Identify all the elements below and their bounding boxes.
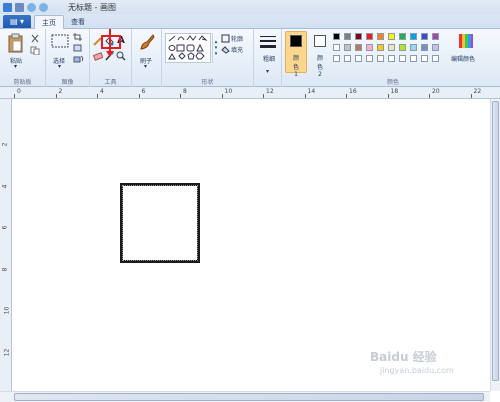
window-title: 无标题 - 画图 (68, 3, 116, 12)
horizontal-ruler: 0 2 4 6 8 10 12 14 16 18 20 22 (0, 87, 500, 99)
vertical-scrollbar[interactable] (490, 99, 500, 391)
ruler-tick (263, 94, 264, 98)
ruler-tick (387, 94, 389, 98)
horizontal-scrollbar[interactable] (0, 391, 490, 402)
vertical-scroll-thumb[interactable] (492, 101, 499, 381)
fill-label[interactable]: 填充 (231, 45, 243, 54)
select-dropdown-icon[interactable]: ▾ (58, 63, 61, 70)
brushes-dropdown-icon[interactable]: ▾ (144, 63, 147, 70)
shapes-group-label: 形状 (201, 79, 214, 86)
group-brushes: 刷子 ▾ (132, 29, 162, 87)
ruler-tick (304, 94, 306, 98)
ruler-tick-label: 16 (349, 88, 357, 95)
cut-icon[interactable] (30, 34, 40, 43)
size-button[interactable] (260, 34, 276, 50)
rotate-icon[interactable] (73, 55, 85, 63)
ruler-tick-label: 12 (266, 88, 274, 95)
ruler-tick-label: 18 (390, 88, 399, 95)
horizontal-scroll-thumb[interactable] (14, 393, 484, 401)
select-button[interactable] (51, 34, 69, 50)
tab-home[interactable]: 主页 (34, 15, 64, 29)
clipboard-group-label: 剪贴板 (13, 79, 32, 86)
paste-dropdown-icon[interactable]: ▾ (14, 63, 17, 70)
edit-colors-label: 编辑颜色 (451, 56, 476, 63)
group-clipboard: 粘贴 ▾ 剪贴板 (0, 29, 46, 87)
ruler-tick (55, 94, 57, 98)
ruler-tick (470, 94, 472, 98)
app-menu-button[interactable]: ▤ ▾ (3, 15, 31, 28)
edit-colors-button[interactable] (458, 33, 474, 49)
redo-icon[interactable] (39, 2, 48, 12)
size-dropdown-icon[interactable]: ▾ (266, 68, 269, 75)
resize-icon[interactable] (73, 44, 82, 52)
image-group-label: 图像 (61, 79, 74, 86)
brush-icon (140, 34, 155, 50)
ruler-tick-label: 4 (100, 88, 104, 95)
color-wheel-icon (459, 34, 473, 48)
title-bar: 无标题 - 画图 (0, 0, 500, 14)
ruler-tick-label: 8 (183, 88, 187, 95)
group-shapes: ▴ ▾ ▾ 轮廓 填充 形状 (162, 29, 254, 87)
ruler-tick-label: 2 (58, 88, 63, 95)
line-width-icon (260, 36, 276, 48)
watermark-url: jingyan.baidu.com (380, 366, 454, 375)
ruler-tick-label: 20 (432, 88, 440, 95)
annotation-arrowhead (106, 51, 114, 57)
selection-rectangle-icon (51, 34, 69, 48)
ruler-tick (97, 94, 98, 98)
ruler-tick-label: 4 (1, 184, 9, 188)
ruler-tick-label: 8 (1, 267, 9, 271)
ruler-tick-label: 2 (1, 142, 9, 147)
copy-icon[interactable] (30, 46, 40, 55)
ribbon: 粘贴 ▾ 剪贴板 选择 ▾ 图像 A 工具 刷子 ▾ ▴ ▾ ▾ 轮廓 填充 形… (0, 29, 500, 87)
group-size: 粗细 ▾ (254, 29, 282, 87)
ruler-tick-label: 22 (473, 88, 482, 95)
color1-swatch (290, 35, 302, 47)
ruler-tick-label: 0 (17, 88, 21, 95)
undo-icon[interactable] (27, 2, 36, 12)
shapes-gallery-icons[interactable] (166, 34, 212, 64)
ruler-tick-label: 10 (224, 88, 233, 95)
ruler-tick-label: 6 (1, 225, 9, 230)
group-image: 选择 ▾ 图像 (46, 29, 90, 87)
outline-icon[interactable] (221, 34, 230, 43)
ruler-tick (429, 94, 430, 98)
ruler-tick-label: 10 (3, 306, 11, 315)
color2-swatch (314, 35, 326, 47)
tab-view[interactable]: 查看 (64, 15, 92, 29)
crop-icon[interactable] (73, 33, 82, 41)
watermark-brand: Baidu 经验 (370, 350, 437, 364)
ruler-tick (346, 94, 347, 98)
ruler-tick-label: 14 (307, 88, 316, 95)
save-icon[interactable] (15, 2, 24, 12)
paint-app-icon[interactable] (3, 2, 12, 12)
ruler-tick (180, 94, 181, 98)
ribbon-tab-row: ▤ ▾ 主页 查看 (0, 14, 500, 29)
group-colors: 颜色 (333, 29, 453, 87)
magnifier-icon[interactable] (116, 51, 126, 61)
shapes-scroll-icon[interactable]: ▴ ▾ ▾ (212, 33, 219, 63)
shapes-gallery (165, 33, 211, 63)
clipboard-icon (8, 33, 23, 53)
menu-icon: ▤ ▾ (9, 17, 25, 26)
drawn-square-shape[interactable] (120, 183, 200, 263)
brushes-button[interactable] (138, 33, 156, 51)
outline-label[interactable]: 轮廓 (231, 34, 243, 43)
size-label: 粗细 (263, 56, 276, 63)
eraser-icon[interactable] (93, 51, 103, 61)
fill-icon[interactable] (221, 45, 230, 54)
ruler-tick-label: 12 (3, 348, 11, 356)
color1-label: 颜色 1 (292, 55, 299, 78)
annotation-highlight-box (101, 35, 121, 49)
ruler-tick (221, 94, 223, 98)
ruler-tick (138, 94, 140, 98)
colors-group-label: 颜色 (386, 79, 399, 86)
color2-label: 颜色 2 (316, 55, 323, 78)
ruler-tick (14, 94, 15, 98)
paste-button[interactable] (8, 33, 24, 53)
ruler-tick-label: 6 (141, 88, 146, 95)
vertical-ruler: 2 4 6 8 10 12 (0, 99, 12, 391)
tools-group-label: 工具 (104, 79, 117, 86)
